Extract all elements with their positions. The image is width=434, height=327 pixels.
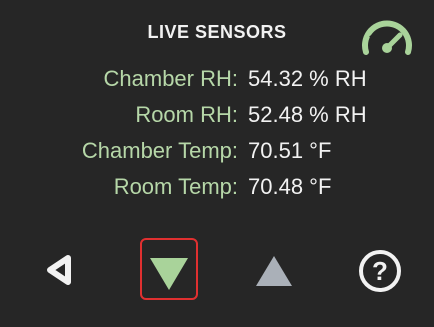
help-button[interactable]: ? (350, 238, 414, 302)
sensor-row-chamber-rh: Chamber RH: 54.32 % RH (0, 66, 434, 98)
back-button[interactable] (38, 238, 102, 302)
down-triangle-icon (150, 258, 188, 290)
sensor-value: 70.48 °F (248, 174, 332, 199)
sensor-value: 54.32 % RH (248, 66, 367, 91)
up-button[interactable] (242, 238, 306, 302)
help-circle-icon: ? (359, 250, 401, 292)
sensor-label: Room Temp: (113, 174, 238, 199)
down-button[interactable] (140, 238, 198, 300)
up-triangle-icon (256, 256, 292, 286)
sensor-row-room-rh: Room RH: 52.48 % RH (0, 102, 434, 134)
sensor-value: 70.51 °F (248, 138, 332, 163)
svg-text:?: ? (372, 256, 388, 286)
sensor-label: Chamber Temp: (81, 138, 238, 163)
clipped-header-text (0, 0, 434, 13)
sensor-value: 52.48 % RH (248, 102, 367, 127)
speedometer-icon[interactable] (360, 18, 414, 58)
sensor-row-chamber-temp: Chamber Temp: 70.51 °F (0, 138, 434, 170)
sensor-label: Room RH: (135, 102, 238, 127)
sensor-row-room-temp: Room Temp: 70.48 °F (0, 174, 434, 206)
back-triangle-icon (47, 255, 71, 285)
sensor-label: Chamber RH: (103, 66, 238, 91)
